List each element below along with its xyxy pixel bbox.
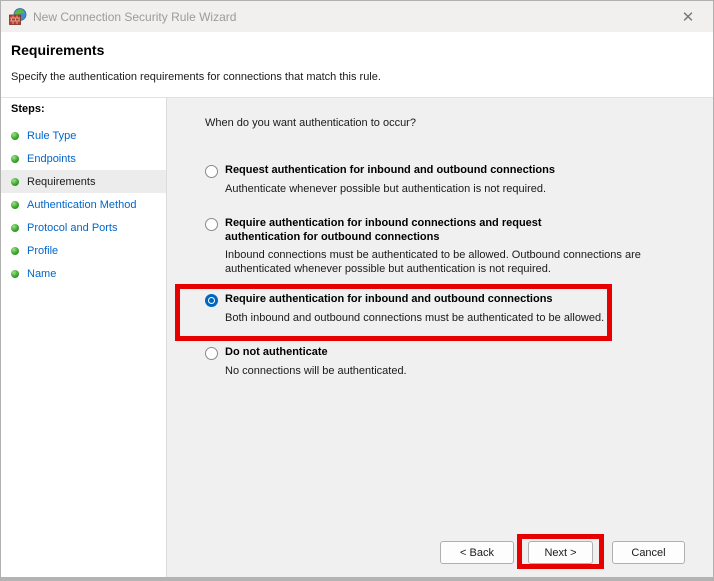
step-label: Profile	[27, 244, 59, 257]
radio-button[interactable]	[205, 347, 218, 360]
step-bullet-icon	[11, 177, 19, 186]
step-label: Name	[27, 267, 57, 280]
step-label: Requirements	[27, 175, 96, 188]
steps-heading: Steps:	[11, 103, 45, 115]
steps-sidebar: Steps: Rule Type Endpoints Requirements …	[1, 98, 167, 577]
title-bar: New Connection Security Rule Wizard ✕	[1, 1, 713, 32]
radio-option-require-inbound-outbound: Require authentication for inbound and o…	[205, 292, 604, 325]
radio-button[interactable]	[205, 218, 218, 231]
sidebar-item-name[interactable]: Name	[1, 262, 166, 285]
question-text: When do you want authentication to occur…	[205, 117, 416, 129]
sidebar-item-endpoints[interactable]: Endpoints	[1, 147, 166, 170]
step-bullet-icon	[11, 269, 19, 278]
radio-option-label[interactable]: Do not authenticate	[225, 345, 328, 359]
radio-button-selected[interactable]	[205, 294, 218, 307]
sidebar-item-rule-type[interactable]: Rule Type	[1, 124, 166, 147]
step-bullet-icon	[11, 154, 19, 163]
step-label: Endpoints	[27, 152, 76, 165]
cancel-button[interactable]: Cancel	[612, 541, 685, 564]
page-subtitle: Specify the authentication requirements …	[11, 71, 381, 83]
step-bullet-icon	[11, 200, 19, 209]
back-button[interactable]: < Back	[440, 541, 514, 564]
radio-option-label[interactable]: Request authentication for inbound and o…	[225, 163, 555, 177]
radio-option-description: Both inbound and outbound connections mu…	[225, 312, 605, 324]
page-header: Requirements Specify the authentication …	[1, 32, 713, 98]
next-button[interactable]: Next >	[528, 541, 593, 564]
radio-option-description: Authenticate whenever possible but authe…	[225, 183, 547, 195]
radio-option-require-inbound-request-outbound: Require authentication for inbound conne…	[205, 216, 665, 276]
step-label: Protocol and Ports	[27, 221, 118, 234]
page-title: Requirements	[11, 42, 105, 58]
firewall-icon	[9, 8, 27, 25]
steps-list: Rule Type Endpoints Requirements Authent…	[1, 124, 166, 285]
radio-button[interactable]	[205, 165, 218, 178]
radio-option-label[interactable]: Require authentication for inbound conne…	[225, 216, 617, 244]
radio-option-description: No connections will be authenticated.	[225, 365, 407, 377]
sidebar-item-protocol-and-ports[interactable]: Protocol and Ports	[1, 216, 166, 239]
step-label: Authentication Method	[27, 198, 137, 211]
sidebar-item-profile[interactable]: Profile	[1, 239, 166, 262]
step-bullet-icon	[11, 246, 19, 255]
step-bullet-icon	[11, 223, 19, 232]
main-area: Steps: Rule Type Endpoints Requirements …	[1, 98, 713, 577]
radio-option-label[interactable]: Require authentication for inbound and o…	[225, 292, 553, 306]
sidebar-item-authentication-method[interactable]: Authentication Method	[1, 193, 166, 216]
step-bullet-icon	[11, 131, 19, 140]
sidebar-item-requirements[interactable]: Requirements	[1, 170, 166, 193]
window-title: New Connection Security Rule Wizard	[33, 9, 237, 24]
radio-option-description: Inbound connections must be authenticate…	[225, 249, 641, 275]
wizard-page-content: When do you want authentication to occur…	[167, 98, 713, 577]
radio-option-request-auth: Request authentication for inbound and o…	[205, 163, 555, 196]
wizard-window: New Connection Security Rule Wizard ✕ Re…	[0, 0, 714, 581]
step-label: Rule Type	[27, 129, 77, 142]
close-button[interactable]: ✕	[673, 1, 703, 32]
radio-option-do-not-authenticate: Do not authenticate No connections will …	[205, 345, 407, 378]
